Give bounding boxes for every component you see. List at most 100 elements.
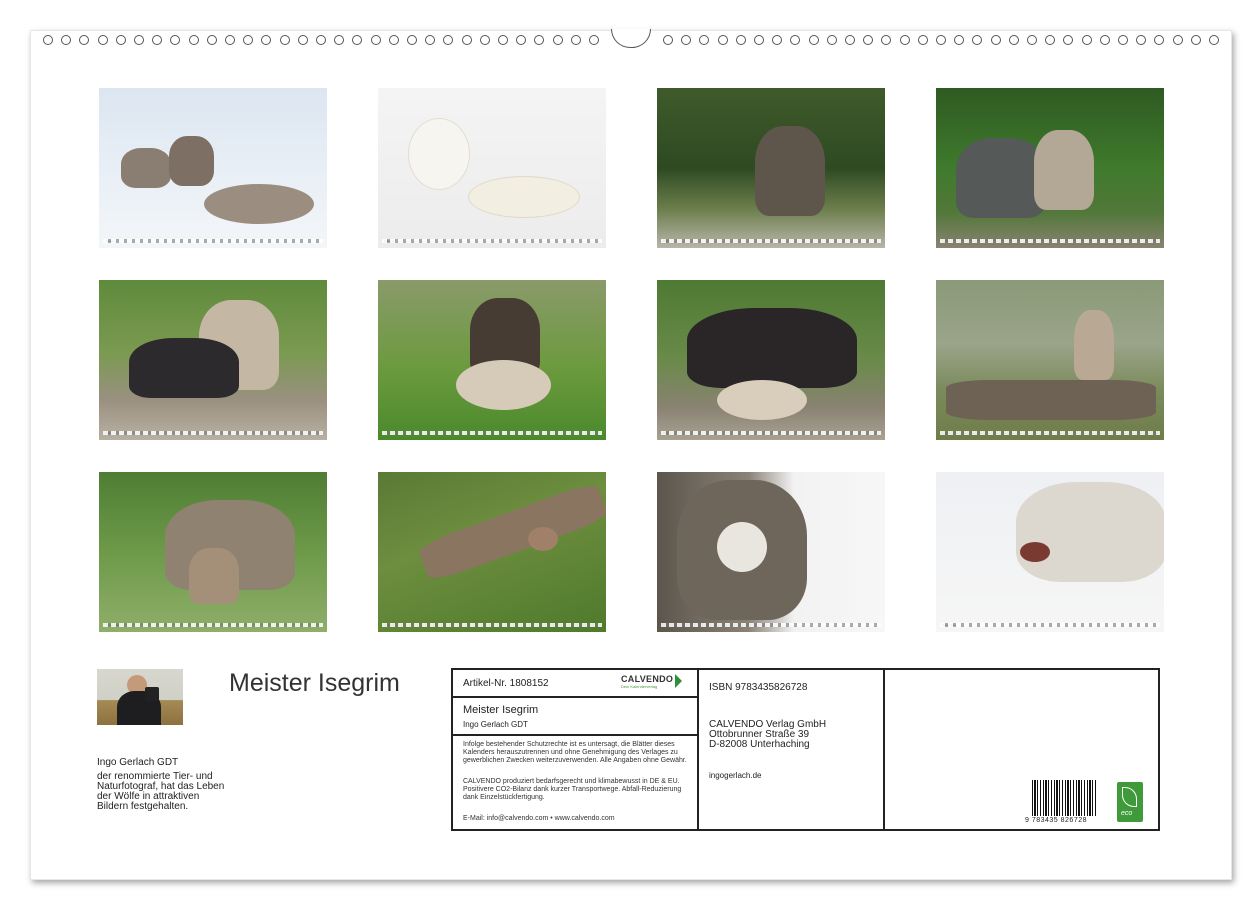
month-thumbnail-april: April (936, 88, 1164, 248)
binding-ring (170, 35, 181, 45)
binding-ring (826, 35, 837, 45)
binding-ring (206, 35, 217, 45)
binding-ring (1190, 35, 1201, 45)
binding-ring (1154, 35, 1165, 45)
binding-ring (388, 35, 399, 45)
month-thumbnail-august: August (936, 280, 1164, 440)
binding-ring (370, 35, 381, 45)
binding-ring (1027, 35, 1037, 45)
isbn: ISBN 9783435826728 (709, 682, 808, 693)
binding-ring (954, 35, 965, 45)
binding-ring (188, 35, 199, 45)
binding-ring (936, 35, 946, 45)
month-thumbnail-december: Dezember (936, 472, 1164, 632)
binding-ring (1118, 35, 1128, 45)
binding-ring (808, 35, 819, 45)
binding-ring (407, 35, 417, 45)
binding-ring (534, 35, 545, 45)
binding-ring (552, 35, 563, 45)
author-name: Ingo Gerlach GDT (97, 757, 179, 768)
leaf-icon (1122, 787, 1137, 807)
month-thumbnail-october: Oktober (378, 472, 606, 632)
author-description: der renommierte Tier- und Naturfotograf,… (97, 771, 225, 812)
calendar-back-page: Januar Februar März April Mai Juni Juli (30, 29, 1232, 880)
calvendo-tagline: Dein Kalenderverlag (621, 684, 658, 689)
binding-ring (43, 35, 53, 45)
month-thumbnail-may: Mai (99, 280, 327, 440)
binding-ring (479, 35, 490, 45)
calvendo-logo: CALVENDO (621, 674, 674, 684)
binding-ring (699, 35, 710, 45)
binding-ring (279, 35, 290, 45)
month-thumbnail-november: November (657, 472, 885, 632)
month-thumbnail-september: September (99, 472, 327, 632)
binding-ring (243, 35, 254, 45)
barcode-number: 9 783435 826728 (1025, 817, 1087, 824)
binding-ring (498, 35, 508, 45)
binding-ring (461, 35, 472, 45)
date-strip (103, 431, 323, 435)
eco-label: eco (1121, 810, 1133, 817)
article-number: Artikel-Nr. 1808152 (463, 678, 549, 689)
month-thumbnail-january: Januar (99, 88, 327, 248)
binding-ring (334, 35, 345, 45)
publisher-address: CALVENDO Verlag GmbH Ottobrunner Straße … (709, 720, 826, 750)
date-strip (382, 239, 602, 243)
binding-ring (443, 35, 454, 45)
article-row: Artikel-Nr. 1808152 CALVENDO Dein Kalend… (453, 670, 697, 698)
date-strip (103, 239, 323, 243)
legal-notice: Infolge bestehender Schutzrechte ist es … (463, 741, 687, 764)
binding-ring (772, 35, 783, 45)
calendar-title: Meister Isegrim (229, 669, 400, 697)
binding-ring (917, 35, 928, 45)
binding-ring (297, 35, 308, 45)
product-author: Ingo Gerlach GDT (463, 720, 528, 729)
binding-ring (899, 35, 910, 45)
binding-ring (1209, 35, 1219, 45)
sustainability-notice: CALVENDO produziert bedarfsgerecht und k… (463, 778, 682, 801)
binding-ring (663, 35, 673, 45)
date-strip (661, 239, 881, 243)
info-column-product: Artikel-Nr. 1808152 CALVENDO Dein Kalend… (453, 670, 699, 829)
binding-ring (1136, 35, 1147, 45)
binding-ring (570, 35, 581, 45)
product-title: Meister Isegrim (463, 704, 539, 716)
binding-ring (352, 35, 363, 45)
eco-badge: eco (1117, 782, 1143, 822)
binding-ring (134, 35, 144, 45)
date-strip (661, 623, 881, 627)
binding-ring (845, 35, 855, 45)
binding-ring (1008, 35, 1019, 45)
date-strip (940, 239, 1160, 243)
binding-ring (516, 35, 527, 45)
binding-ring (1045, 35, 1056, 45)
binding-ring (79, 35, 90, 45)
date-strip (382, 431, 602, 435)
info-column-barcode: 9 783435 826728 eco (885, 670, 1158, 829)
binding-ring (115, 35, 126, 45)
binding-ring (425, 35, 436, 45)
date-strip (103, 623, 323, 627)
binding-ring (589, 35, 599, 45)
month-thumbnail-february: Februar (378, 88, 606, 248)
contact-line: E-Mail: info@calvendo.com • www.calvendo… (463, 815, 615, 822)
binding-ring (61, 35, 72, 45)
binding-ring (1099, 35, 1110, 45)
binding-ring (1172, 35, 1183, 45)
date-strip (940, 431, 1160, 435)
calvendo-logo-icon (675, 674, 682, 688)
binding-ring (881, 35, 892, 45)
binding-ring (735, 35, 746, 45)
publisher-info-box: Artikel-Nr. 1808152 CALVENDO Dein Kalend… (451, 668, 1160, 831)
author-website: ingogerlach.de (709, 771, 762, 780)
binding-ring (717, 35, 728, 45)
binding-ring (97, 35, 108, 45)
date-strip (661, 431, 881, 435)
publisher-city: D-82008 Unterhaching (709, 739, 810, 750)
binding-ring (863, 35, 874, 45)
date-strip (940, 623, 1160, 627)
month-thumbnail-july: Juli (657, 280, 885, 440)
binding-ring (990, 35, 1001, 45)
title-row: Meister Isegrim Ingo Gerlach GDT (453, 698, 697, 736)
binding-ring (790, 35, 801, 45)
